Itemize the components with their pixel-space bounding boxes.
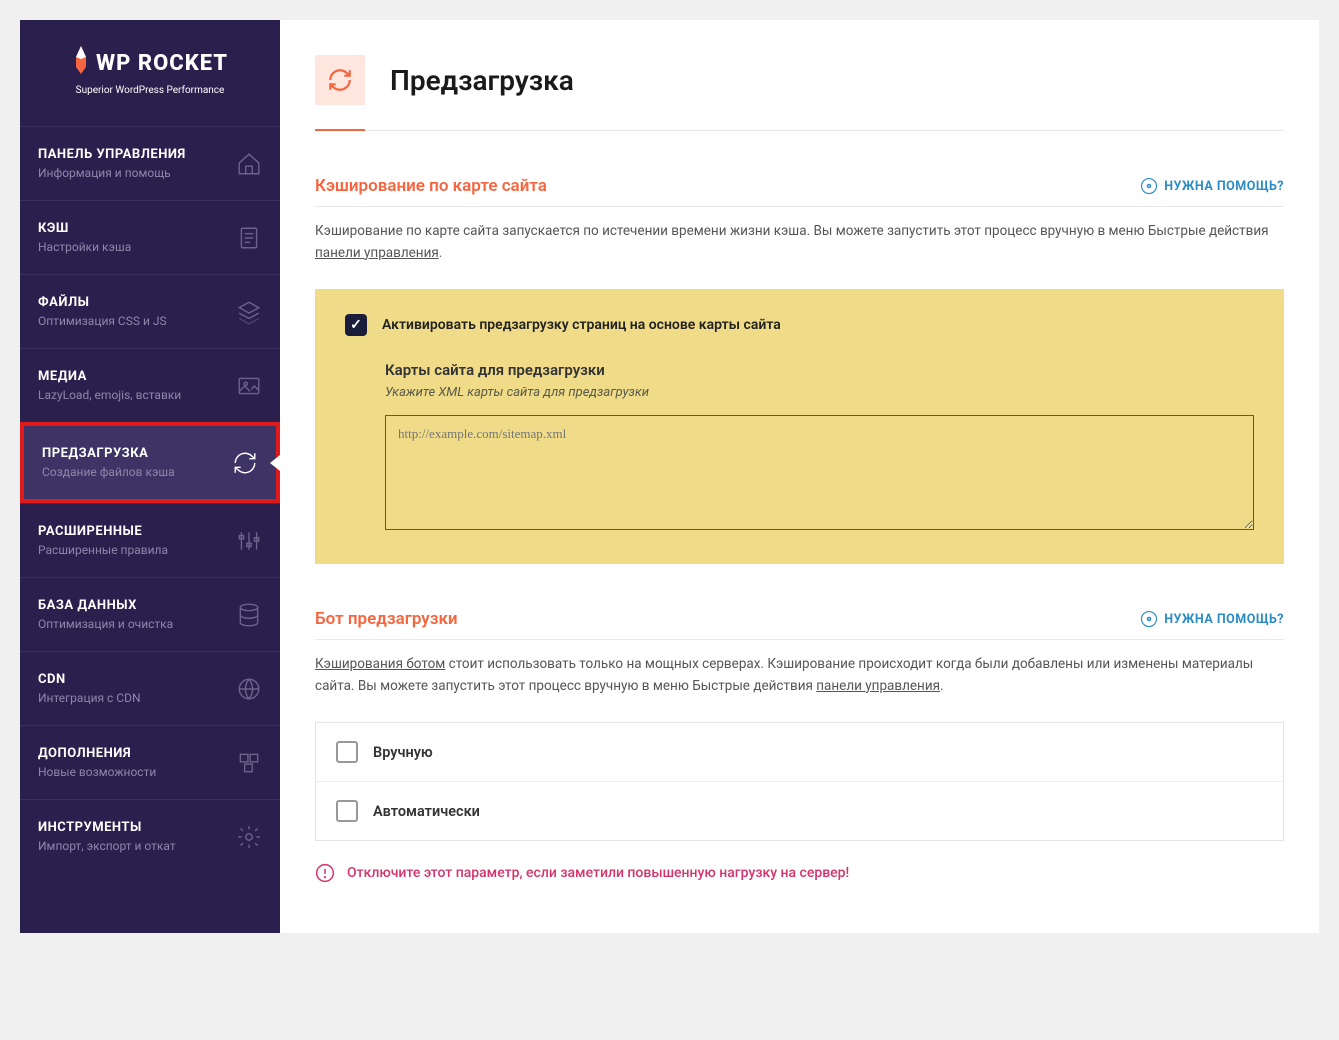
section-title: Кэширование по карте сайта	[315, 176, 547, 196]
nav-item-subtitle: Оптимизация CSS и JS	[38, 314, 236, 328]
dashboard-link[interactable]: панели управления	[816, 678, 940, 694]
image-icon	[236, 373, 262, 399]
nav-list: ПАНЕЛЬ УПРАВЛЕНИЯ Информация и помощь КЭШ Н…	[20, 126, 280, 873]
help-label: НУЖНА ПОМОЩЬ?	[1164, 612, 1284, 627]
section-sitemap-caching: Кэширование по карте сайта НУЖНА ПОМОЩЬ?…	[315, 176, 1284, 564]
nav-item-title: БАЗА ДАННЫХ	[38, 598, 236, 613]
gear-icon	[236, 824, 262, 850]
nav-item-subtitle: Расширенные правила	[38, 543, 236, 557]
nav-item-subtitle: LazyLoad, emojis, вставки	[38, 388, 236, 402]
sitemap-textarea[interactable]	[385, 415, 1254, 530]
section-title: Бот предзагрузки	[315, 609, 458, 629]
logo-brand: WP ROCKET	[96, 51, 228, 76]
preload-settings-box: Активировать предзагрузку страниц на осн…	[315, 289, 1284, 564]
nav-item-refresh[interactable]: ПРЕДЗАГРУЗКА Создание файлов кэша	[20, 422, 280, 503]
nav-item-title: ПРЕДЗАГРУЗКА	[42, 446, 232, 461]
nav-item-title: РАСШИРЕННЫЕ	[38, 524, 236, 539]
nav-item-database[interactable]: БАЗА ДАННЫХ Оптимизация и очистка	[20, 577, 280, 651]
section-preload-bot: Бот предзагрузки НУЖНА ПОМОЩЬ? Кэширован…	[315, 609, 1284, 883]
option-automatic: Автоматически	[316, 781, 1283, 840]
refresh-icon	[315, 55, 365, 105]
option-label: Автоматически	[373, 803, 480, 820]
nav-item-subtitle: Создание файлов кэша	[42, 465, 232, 479]
database-icon	[236, 602, 262, 628]
nav-item-globe[interactable]: CDN Интеграция с CDN	[20, 651, 280, 725]
boxes-icon	[236, 750, 262, 776]
nav-item-subtitle: Оптимизация и очистка	[38, 617, 236, 631]
help-link[interactable]: НУЖНА ПОМОЩЬ?	[1140, 610, 1284, 628]
nav-item-title: ФАЙЛЫ	[38, 295, 236, 310]
sidebar: WP ROCKET Superior WordPress Performance…	[20, 20, 280, 933]
nav-item-boxes[interactable]: ДОПОЛНЕНИЯ Новые возможности	[20, 725, 280, 799]
nav-item-title: ДОПОЛНЕНИЯ	[38, 746, 236, 761]
logo-tagline: Superior WordPress Performance	[40, 85, 260, 96]
nav-item-subtitle: Информация и помощь	[38, 166, 236, 180]
activate-preload-checkbox[interactable]	[345, 314, 367, 336]
nav-item-title: КЭШ	[38, 221, 236, 236]
warning-message: Отключите этот параметр, если заметили п…	[315, 863, 1284, 883]
option-manual: Вручную	[316, 723, 1283, 781]
activate-preload-label: Активировать предзагрузку страниц на осн…	[382, 317, 781, 333]
nav-item-subtitle: Интеграция с CDN	[38, 691, 236, 705]
section-description: Кэширование по карте сайта запускается п…	[315, 221, 1284, 264]
nav-item-file[interactable]: КЭШ Настройки кэша	[20, 200, 280, 274]
sitemap-field-title: Карты сайта для предзагрузки	[385, 361, 1254, 379]
nav-item-home[interactable]: ПАНЕЛЬ УПРАВЛЕНИЯ Информация и помощь	[20, 126, 280, 200]
option-label: Вручную	[373, 744, 433, 761]
nav-item-subtitle: Импорт, экспорт и откат	[38, 839, 236, 853]
bot-caching-link[interactable]: Кэширования ботом	[315, 656, 445, 672]
nav-item-gear[interactable]: ИНСТРУМЕНТЫ Импорт, экспорт и откат	[20, 799, 280, 873]
nav-item-title: ИНСТРУМЕНТЫ	[38, 820, 236, 835]
automatic-checkbox[interactable]	[336, 800, 358, 822]
nav-item-image[interactable]: МЕДИА LazyLoad, emojis, вставки	[20, 348, 280, 422]
warning-text: Отключите этот параметр, если заметили п…	[347, 865, 849, 881]
nav-item-subtitle: Настройки кэша	[38, 240, 236, 254]
globe-icon	[236, 676, 262, 702]
layers-icon	[236, 299, 262, 325]
file-icon	[236, 225, 262, 251]
help-label: НУЖНА ПОМОЩЬ?	[1164, 179, 1284, 194]
nav-item-title: МЕДИА	[38, 369, 236, 384]
nav-item-subtitle: Новые возможности	[38, 765, 236, 779]
dashboard-link[interactable]: панели управления	[315, 245, 439, 261]
nav-item-layers[interactable]: ФАЙЛЫ Оптимизация CSS и JS	[20, 274, 280, 348]
bot-options: Вручную Автоматически	[315, 722, 1284, 841]
main-content: Предзагрузка Кэширование по карте сайта …	[280, 20, 1319, 933]
nav-item-title: ПАНЕЛЬ УПРАВЛЕНИЯ	[38, 147, 236, 162]
refresh-icon	[232, 450, 258, 476]
sliders-icon	[236, 528, 262, 554]
nav-item-sliders[interactable]: РАСШИРЕННЫЕ Расширенные правила	[20, 503, 280, 577]
home-icon	[236, 151, 262, 177]
manual-checkbox[interactable]	[336, 741, 358, 763]
sitemap-field-desc: Укажите XML карты сайта для предзагрузки	[385, 385, 1254, 400]
section-description: Кэширования ботом стоит использовать тол…	[315, 654, 1284, 697]
page-header: Предзагрузка	[315, 55, 1284, 131]
help-link[interactable]: НУЖНА ПОМОЩЬ?	[1140, 177, 1284, 195]
logo: WP ROCKET Superior WordPress Performance	[20, 20, 280, 126]
nav-item-title: CDN	[38, 672, 236, 687]
rocket-icon	[72, 45, 90, 81]
page-title: Предзагрузка	[390, 64, 574, 97]
